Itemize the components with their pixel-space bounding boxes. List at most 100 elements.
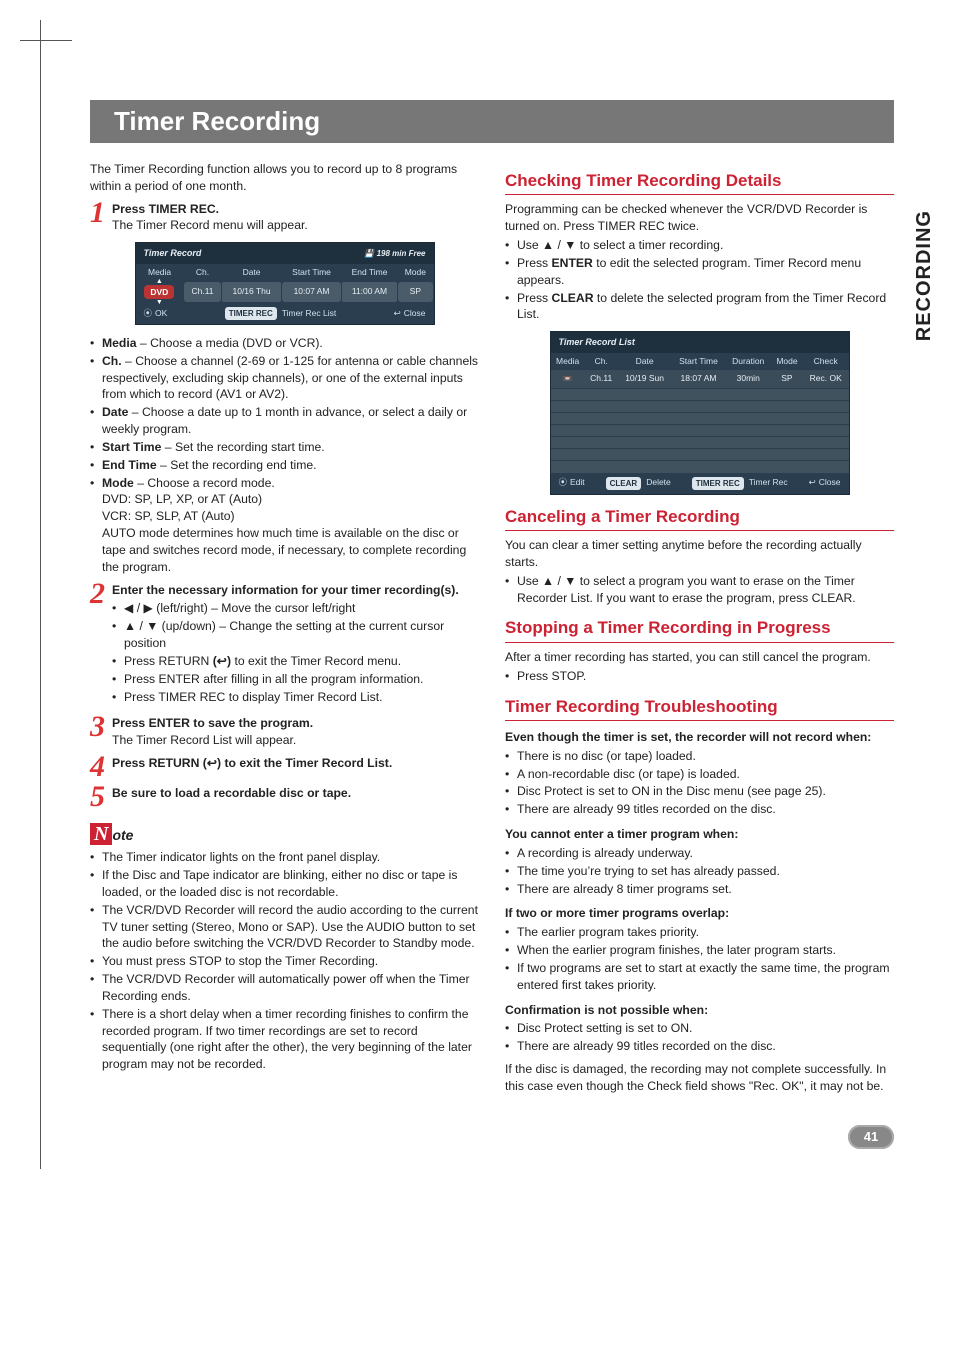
osd2-col-ch: Ch.	[585, 353, 618, 371]
step5-lead: Be sure to load a recordable disc or tap…	[112, 786, 351, 800]
heading-canceling: Canceling a Timer Recording	[505, 505, 894, 531]
osd2-col-dur: Duration	[725, 353, 771, 371]
osd1-col-mode: Mode	[398, 264, 433, 282]
crop-mark-horizontal	[20, 40, 72, 41]
trouble-h3: If two or more timer programs overlap:	[505, 905, 894, 922]
t1-item: There are already 99 titles recorded on …	[505, 801, 894, 818]
osd2-media-icon: 📼	[551, 370, 585, 388]
osd-timer-record-list: Timer Record List Media Ch. Date Start T…	[550, 331, 850, 494]
stop-b1: Press STOP.	[505, 668, 894, 685]
note-n-icon: N	[90, 823, 112, 845]
osd1-col-ch: Ch.	[184, 264, 222, 282]
right-column: Checking Timer Recording Details Program…	[505, 159, 894, 1097]
osd1-title: Timer Record	[144, 247, 202, 259]
osd1-col-end: End Time	[341, 264, 397, 282]
notes-list: The Timer indicator lights on the front …	[90, 849, 479, 1073]
step2-lead: Enter the necessary information for your…	[112, 583, 459, 597]
step2-b3: Press RETURN (↩) to exit the Timer Recor…	[112, 653, 479, 670]
osd1-ch[interactable]: Ch.11	[184, 282, 222, 303]
t1-item: A non-recordable disc (or tape) is loade…	[505, 766, 894, 783]
osd1-start[interactable]: 10:07 AM	[282, 282, 342, 303]
step-number-5: 5	[90, 785, 112, 809]
osd1-date[interactable]: 10/16 Thu	[221, 282, 281, 303]
step-4: 4 Press RETURN (↩) to exit the Timer Rec…	[90, 755, 479, 779]
osd2-col-check: Check	[803, 353, 849, 371]
osd2-timer-rec[interactable]: TIMER RECTimer Rec	[692, 477, 788, 490]
t2-item: There are already 8 timer programs set.	[505, 881, 894, 898]
step4-lead: Press RETURN (↩) to exit the Timer Recor…	[112, 756, 392, 770]
note-item: If the Disc and Tape indicator are blink…	[90, 867, 479, 901]
osd1-mode[interactable]: SP	[398, 282, 433, 303]
osd1-col-date: Date	[221, 264, 281, 282]
osd2-close[interactable]: ↩ Close	[809, 477, 841, 490]
note-item: The Timer indicator lights on the front …	[90, 849, 479, 866]
note-item: There is a short delay when a timer reco…	[90, 1006, 479, 1073]
heading-stopping: Stopping a Timer Recording in Progress	[505, 616, 894, 642]
t4-item: Disc Protect setting is set to ON.	[505, 1020, 894, 1037]
t3-item: The earlier program takes priority.	[505, 924, 894, 941]
osd2-edit[interactable]: ⦿ Edit	[559, 477, 585, 490]
check-b2: Press ENTER to edit the selected program…	[505, 255, 894, 289]
step2-b4: Press ENTER after filling in all the pro…	[112, 671, 479, 688]
heading-troubleshooting: Timer Recording Troubleshooting	[505, 695, 894, 721]
page-title-bar: Timer Recording	[90, 100, 894, 143]
osd1-ok[interactable]: ⦿ OK	[144, 307, 168, 320]
heading-checking: Checking Timer Recording Details	[505, 169, 894, 195]
osd2-title: Timer Record List	[559, 336, 635, 348]
step2-b2: ▲ / ▼ (up/down) – Change the setting at …	[112, 618, 479, 652]
t2-item: A recording is already underway.	[505, 845, 894, 862]
stop-intro: After a timer recording has started, you…	[505, 649, 894, 666]
note-item: The VCR/DVD Recorder will automatically …	[90, 971, 479, 1005]
section-tab: RECORDING	[913, 210, 936, 341]
trouble-h2: You cannot enter a timer program when:	[505, 826, 894, 843]
left-column: The Timer Recording function allows you …	[90, 159, 479, 1097]
osd1-free: 💾 198 min Free	[364, 248, 425, 259]
note-item: You must press STOP to stop the Timer Re…	[90, 953, 479, 970]
check-b3: Press CLEAR to delete the selected progr…	[505, 290, 894, 324]
step-1: 1 Press TIMER REC. The Timer Record menu…	[90, 201, 479, 235]
osd2-col-media: Media	[551, 353, 585, 371]
t1-item: There is no disc (or tape) loaded.	[505, 748, 894, 765]
trouble-tail: If the disc is damaged, the recording ma…	[505, 1061, 894, 1095]
t1-item: Disc Protect is set to ON in the Disc me…	[505, 783, 894, 800]
step-number-4: 4	[90, 755, 112, 779]
step3-lead: Press ENTER to save the program.	[112, 716, 313, 730]
step-2: 2 Enter the necessary information for yo…	[90, 582, 479, 710]
intro-text: The Timer Recording function allows you …	[90, 161, 479, 195]
note-item: The VCR/DVD Recorder will record the aud…	[90, 902, 479, 952]
step1-lead: Press TIMER REC.	[112, 202, 219, 216]
osd1-end[interactable]: 11:00 AM	[341, 282, 397, 303]
osd-timer-record: Timer Record 💾 198 min Free Media Ch. Da…	[135, 242, 435, 325]
t4-item: There are already 99 titles recorded on …	[505, 1038, 894, 1055]
check-intro: Programming can be checked whenever the …	[505, 201, 894, 235]
step3-sub: The Timer Record List will appear.	[112, 733, 296, 747]
check-b1: Use ▲ / ▼ to select a timer recording.	[505, 237, 894, 254]
step2-b1: ◀ / ▶ (left/right) – Move the cursor lef…	[112, 600, 479, 617]
osd1-timer-rec-list[interactable]: TIMER RECTimer Rec List	[225, 307, 336, 320]
crop-mark-vertical	[40, 20, 41, 1169]
step2-b5: Press TIMER REC to display Timer Record …	[112, 689, 479, 706]
osd1-col-start: Start Time	[282, 264, 342, 282]
note-heading: Note	[90, 823, 479, 845]
step-5: 5 Be sure to load a recordable disc or t…	[90, 785, 479, 809]
osd2-delete[interactable]: CLEARDelete	[606, 477, 671, 490]
page-number: 41	[848, 1125, 894, 1149]
step-number-1: 1	[90, 201, 112, 235]
page-title: Timer Recording	[104, 100, 894, 143]
trouble-h1: Even though the timer is set, the record…	[505, 729, 894, 746]
osd1-media-pill[interactable]: ▲DVD▼	[144, 285, 174, 300]
osd1-close[interactable]: ↩ Close	[394, 307, 426, 320]
t3-item: When the earlier program finishes, the l…	[505, 942, 894, 959]
step-number-3: 3	[90, 715, 112, 749]
t2-item: The time you’re trying to set has alread…	[505, 863, 894, 880]
field-descriptions: Media – Choose a media (DVD or VCR). Ch.…	[90, 335, 479, 576]
t3-item: If two programs are set to start at exac…	[505, 960, 894, 994]
osd2-col-start: Start Time	[672, 353, 726, 371]
step-3: 3 Press ENTER to save the program. The T…	[90, 715, 479, 749]
osd2-col-mode: Mode	[771, 353, 803, 371]
osd2-row-1[interactable]: 📼 Ch.11 10/19 Sun 18:07 AM 30min SP Rec.…	[551, 370, 849, 388]
cancel-intro: You can clear a timer setting anytime be…	[505, 537, 894, 571]
step-number-2: 2	[90, 582, 112, 710]
trouble-h4: Confirmation is not possible when:	[505, 1002, 894, 1019]
step1-sub: The Timer Record menu will appear.	[112, 218, 308, 232]
